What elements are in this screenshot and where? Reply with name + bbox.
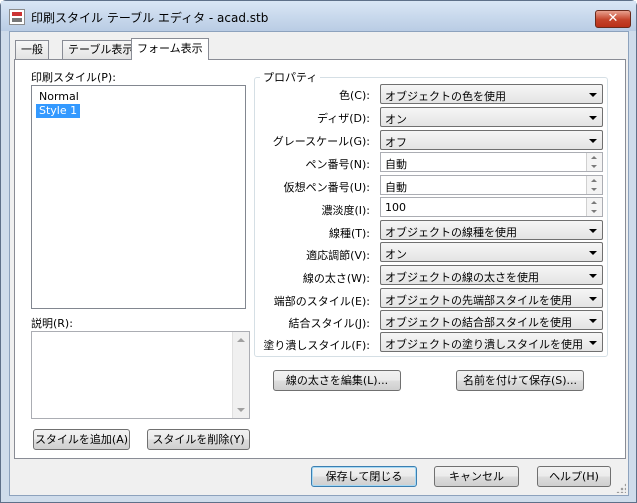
print-styles-label: 印刷スタイル(P):	[31, 71, 116, 84]
cancel-button[interactable]: キャンセル	[434, 466, 519, 487]
app-icon	[9, 9, 25, 25]
dither-select[interactable]: オン	[380, 107, 603, 127]
spin-down-icon[interactable]	[591, 210, 597, 213]
chevron-down-icon	[589, 341, 597, 345]
add-style-button[interactable]: スタイルを追加(A)	[33, 429, 130, 450]
pen-number-field[interactable]: 自動	[380, 152, 603, 172]
chevron-down-icon	[589, 251, 597, 255]
grayscale-select[interactable]: オフ	[380, 130, 603, 150]
fill-style-label: 塗り潰しスタイル(F):	[263, 339, 370, 352]
properties-legend: プロパティ	[260, 69, 321, 85]
spin-down-icon[interactable]	[591, 188, 597, 191]
chevron-down-icon	[589, 274, 597, 278]
dialog-window: 印刷スタイル テーブル エディタ - acad.stb ✕ 一般 テーブル表示 …	[0, 0, 637, 503]
save-as-button[interactable]: 名前を付けて保存(S)...	[456, 370, 584, 391]
lineweight-label: 線の太さ(W):	[302, 272, 370, 285]
resize-grip-icon[interactable]	[616, 483, 626, 493]
line-join-style-label: 結合スタイル(J):	[288, 317, 370, 330]
spin-up-icon[interactable]	[591, 179, 597, 182]
screening-label: 濃淡度(I):	[321, 204, 370, 217]
chevron-down-icon	[589, 139, 597, 143]
tab-table-view[interactable]: テーブル表示	[62, 40, 140, 59]
line-end-style-select[interactable]: オブジェクトの先端部スタイルを使用	[380, 288, 603, 308]
pen-number-label: ペン番号(N):	[305, 158, 370, 171]
tab-general[interactable]: 一般	[15, 40, 49, 59]
window-title: 印刷スタイル テーブル エディタ - acad.stb	[31, 11, 269, 25]
line-join-style-select[interactable]: オブジェクトの結合部スタイルを使用	[380, 310, 603, 330]
lineweight-select[interactable]: オブジェクトの線の太さを使用	[380, 265, 603, 285]
edit-lineweights-button[interactable]: 線の太さを編集(L)...	[273, 370, 401, 391]
chevron-down-icon	[589, 116, 597, 120]
scroll-down-icon[interactable]	[237, 408, 245, 412]
screening-field[interactable]: 100	[380, 197, 603, 217]
color-label: 色(C):	[339, 89, 370, 102]
print-styles-list[interactable]: Normal Style 1	[31, 85, 246, 309]
virtual-pen-field[interactable]: 自動	[380, 175, 603, 195]
list-item[interactable]: Style 1	[36, 104, 81, 118]
spin-up-icon[interactable]	[591, 201, 597, 204]
list-item[interactable]: Normal	[36, 90, 82, 104]
line-end-style-label: 端部のスタイル(E):	[273, 295, 370, 308]
scroll-up-icon[interactable]	[237, 338, 245, 342]
description-field[interactable]	[31, 331, 250, 419]
spin-down-icon[interactable]	[591, 165, 597, 168]
grayscale-label: グレースケール(G):	[272, 135, 370, 148]
save-and-close-button[interactable]: 保存して閉じる	[311, 466, 417, 487]
description-label: 説明(R):	[31, 317, 73, 330]
dither-label: ディザ(D):	[317, 112, 370, 125]
chevron-down-icon	[589, 93, 597, 97]
title-bar[interactable]: 印刷スタイル テーブル エディタ - acad.stb ✕	[1, 1, 636, 31]
linetype-select[interactable]: オブジェクトの線種を使用	[380, 220, 603, 240]
chevron-down-icon	[589, 297, 597, 301]
description-scrollbar[interactable]	[232, 332, 249, 418]
dialog-body: 一般 テーブル表示 フォーム表示 印刷スタイル(P): Normal Style…	[9, 31, 629, 496]
close-button[interactable]: ✕	[595, 10, 631, 28]
fill-style-select[interactable]: オブジェクトの塗り潰しスタイルを使用	[380, 332, 603, 352]
delete-style-button[interactable]: スタイルを削除(Y)	[147, 429, 250, 450]
chevron-down-icon	[589, 229, 597, 233]
adaptive-select[interactable]: オン	[380, 242, 603, 262]
color-select[interactable]: オブジェクトの色を使用	[380, 84, 603, 104]
tab-form-view[interactable]: フォーム表示	[131, 38, 209, 60]
pen-number-spinner[interactable]	[586, 153, 602, 171]
virtual-pen-spinner[interactable]	[586, 176, 602, 194]
help-button[interactable]: ヘルプ(H)	[537, 466, 611, 487]
spin-up-icon[interactable]	[591, 156, 597, 159]
linetype-label: 線種(T):	[328, 227, 370, 240]
chevron-down-icon	[589, 319, 597, 323]
screening-spinner[interactable]	[586, 198, 602, 216]
adaptive-label: 適応調節(V):	[306, 249, 370, 262]
virtual-pen-label: 仮想ペン番号(U):	[283, 181, 370, 194]
